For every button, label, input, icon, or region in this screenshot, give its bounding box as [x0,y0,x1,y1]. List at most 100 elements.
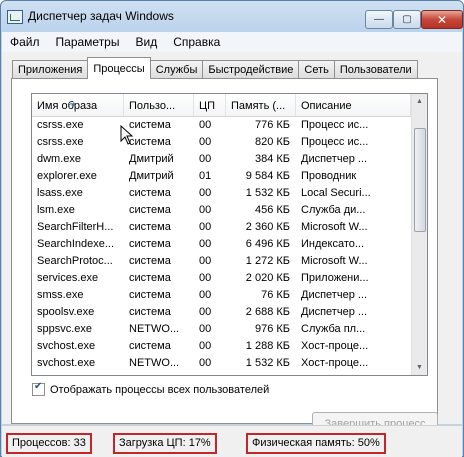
memory-cell: 1 532 КБ [245,357,290,369]
cpu-cell: 00 [199,153,212,165]
image-name-cell: sppsvc.exe [37,323,93,335]
tab-networking[interactable]: Сеть [298,60,335,79]
table-row[interactable]: lsm.exe система 00 456 КБ Служба ди... [32,202,411,219]
cpu-cell: 00 [199,255,212,267]
user-cell: система [129,272,171,284]
cpu-cell: 00 [199,187,212,199]
tab-services[interactable]: Службы [149,60,204,79]
description-cell: Диспетчер ... [301,153,368,165]
cpu-cell: 00 [199,323,212,335]
image-name-cell: explorer.exe [37,170,97,182]
minimize-button[interactable]: — [365,10,393,29]
image-name-cell: SearchProtoc... [37,255,113,267]
close-button[interactable]: ✕ [421,10,463,29]
memory-cell: 776 КБ [254,119,290,131]
tab-processes[interactable]: Процессы [87,57,151,79]
scroll-up-icon[interactable]: ▲ [412,94,427,109]
status-physical-memory: Физическая память: 50% [246,433,386,454]
tab-applications[interactable]: Приложения [12,60,89,79]
cpu-cell: 01 [199,170,212,182]
scrollbar-thumb[interactable] [414,128,426,232]
table-row[interactable]: lsass.exe система 00 1 532 КБ Local Securi..… [32,185,411,202]
description-cell: Microsoft W... [301,255,368,267]
column-header-label: ЦП [199,100,216,112]
column-header-description[interactable]: Описание [296,94,411,116]
sort-ascending-icon: ▲ [70,101,77,108]
description-cell: Проводник [301,170,357,182]
table-row[interactable]: svchost.exe NETWO... 00 1 532 КБ Хост-проце.… [32,355,411,372]
memory-cell: 820 КБ [254,136,290,148]
image-name-cell: svchost.exe [37,340,96,352]
cpu-cell: 00 [199,238,212,250]
table-row[interactable]: SearchIndexe... система 00 6 496 КБ Индексат… [32,236,411,253]
vertical-scrollbar[interactable]: ▲ ▼ [411,94,427,375]
description-cell: Хост-проце... [301,357,369,369]
scroll-down-icon[interactable]: ▼ [412,360,427,375]
list-header: ▲ Имя образа Пользо... ЦП Память (... Оп… [32,94,411,117]
column-header-cpu[interactable]: ЦП [194,94,226,116]
image-name-cell: spoolsv.exe [37,306,95,318]
cpu-cell: 00 [199,221,212,233]
column-header-user[interactable]: Пользо... [124,94,194,116]
table-row[interactable]: spoolsv.exe система 00 2 688 КБ Диспетчер ..… [32,304,411,321]
menu-file[interactable]: Файл [2,35,48,49]
table-row[interactable]: sppsvc.exe NETWO... 00 976 КБ Служба пл... [32,321,411,338]
memory-cell: 76 КБ [261,289,290,301]
tab-strip: Приложения Процессы Службы Быстродействи… [12,57,418,79]
table-row[interactable]: services.exe система 00 2 020 КБ Приложени..… [32,270,411,287]
table-row[interactable]: SearchFilterH... система 00 2 360 КБ Microso… [32,219,411,236]
menu-options[interactable]: Параметры [48,35,128,49]
window-title: Диспетчер задач Windows [28,9,174,23]
user-cell: система [129,221,171,233]
maximize-button[interactable]: ▢ [393,10,421,29]
description-cell: Диспетчер ... [301,306,368,318]
table-row[interactable]: smss.exe система 00 76 КБ Диспетчер ... [32,287,411,304]
image-name-cell: dwm.exe [37,153,82,165]
tab-performance[interactable]: Быстродействие [202,60,300,79]
description-cell: Процесс ис... [301,136,369,148]
image-name-cell: csrss.exe [37,119,84,131]
memory-cell: 384 КБ [254,153,290,165]
user-cell: система [129,238,171,250]
menu-view[interactable]: Вид [127,35,165,49]
process-list[interactable]: ▲ Имя образа Пользо... ЦП Память (... Оп… [31,93,428,376]
cpu-cell: 00 [199,306,212,318]
column-header-memory[interactable]: Память (... [226,94,296,116]
image-name-cell: SearchFilterH... [37,221,114,233]
status-bar: Процессов: 33 Загрузка ЦП: 17% Физическа… [2,425,462,457]
description-cell: Microsoft W... [301,221,368,233]
memory-cell: 2 360 КБ [245,221,290,233]
table-row[interactable]: dwm.exe Дмитрий 00 384 КБ Диспетчер ... [32,151,411,168]
status-process-count: Процессов: 33 [6,433,92,454]
column-header-image-name[interactable]: ▲ Имя образа [32,94,124,116]
menu-bar: Файл Параметры Вид Справка [2,32,462,52]
column-header-label: Имя образа [37,100,98,112]
status-cpu-usage: Загрузка ЦП: 17% [113,433,217,454]
memory-cell: 9 584 КБ [245,170,290,182]
description-cell: Хост-проце... [301,340,369,352]
table-row[interactable]: csrss.exe система 00 776 КБ Процесс ис... [32,117,411,134]
cpu-cell: 00 [199,204,212,216]
processes-panel: ▲ Имя образа Пользо... ЦП Память (... Оп… [11,78,438,436]
table-row[interactable]: svchost.exe система 00 1 288 КБ Хост-проце..… [32,338,411,355]
column-header-label: Пользо... [129,100,176,112]
tab-users[interactable]: Пользователи [333,60,418,79]
memory-cell: 456 КБ [254,204,290,216]
table-row[interactable]: explorer.exe Дмитрий 01 9 584 КБ Проводник [32,168,411,185]
memory-cell: 1 532 КБ [245,187,290,199]
menu-help[interactable]: Справка [165,35,228,49]
table-row[interactable]: csrss.exe система 00 820 КБ Процесс ис... [32,134,411,151]
user-cell: NETWO... [129,357,180,369]
image-name-cell: csrss.exe [37,136,84,148]
show-all-users-option[interactable]: Отображать процессы всех пользователей [32,381,269,396]
cpu-cell: 00 [199,340,212,352]
user-cell: Дмитрий [129,153,174,165]
process-rows: csrss.exe система 00 776 КБ Процесс ис... csr… [32,117,411,372]
cpu-cell: 00 [199,136,212,148]
title-bar[interactable]: Диспетчер задач Windows — ▢ ✕ [1,1,463,31]
show-all-users-checkbox[interactable] [32,381,45,396]
memory-cell: 1 272 КБ [245,255,290,267]
description-cell: Индексато... [301,238,365,250]
column-header-label: Описание [301,100,352,112]
table-row[interactable]: SearchProtoc... система 00 1 272 КБ Microsof… [32,253,411,270]
